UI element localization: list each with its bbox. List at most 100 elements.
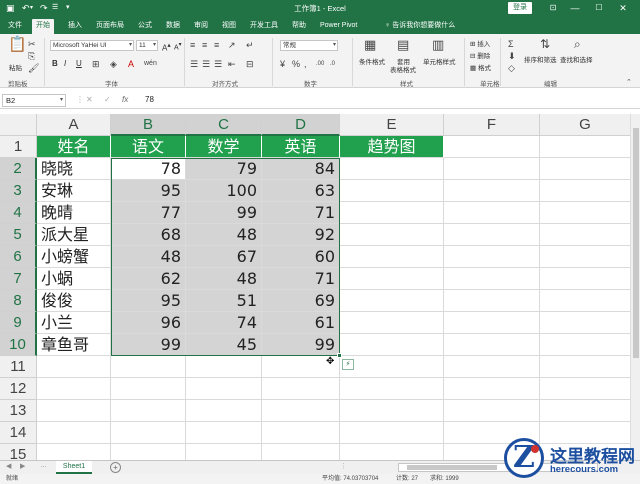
- font-color-icon[interactable]: A: [128, 59, 134, 69]
- row-header-12[interactable]: 12: [0, 378, 37, 400]
- format-as-table-button-line2[interactable]: 表格格式: [390, 66, 416, 75]
- maximize-button[interactable]: ☐: [590, 2, 608, 14]
- tab-formulas[interactable]: 公式: [134, 19, 156, 34]
- copy-icon[interactable]: ⎘: [28, 51, 35, 61]
- cell-f3[interactable]: [444, 180, 540, 202]
- cell-c1[interactable]: 数学: [186, 136, 262, 158]
- italic-button[interactable]: I: [64, 59, 66, 68]
- cell-f10[interactable]: [444, 334, 540, 356]
- cell-d14[interactable]: [262, 422, 340, 444]
- hscroll-thumb[interactable]: [407, 465, 497, 470]
- cell-f8[interactable]: [444, 290, 540, 312]
- column-header-d[interactable]: D: [262, 114, 340, 136]
- tab-file[interactable]: 文件: [4, 19, 26, 34]
- cell-b11[interactable]: [111, 356, 186, 378]
- cell-b3[interactable]: 95: [111, 180, 186, 202]
- cell-g3[interactable]: [540, 180, 631, 202]
- cell-c9[interactable]: 74: [186, 312, 262, 334]
- cell-g11[interactable]: [540, 356, 631, 378]
- find-select-icon[interactable]: ⌕: [574, 38, 581, 50]
- cell-d8[interactable]: 69: [262, 290, 340, 312]
- cell-d3[interactable]: 63: [262, 180, 340, 202]
- row-header-8[interactable]: 8: [0, 290, 37, 312]
- cell-f6[interactable]: [444, 246, 540, 268]
- cell-c7[interactable]: 48: [186, 268, 262, 290]
- shrink-font-icon[interactable]: A▾: [174, 41, 182, 52]
- cell-f1[interactable]: [444, 136, 540, 158]
- cell-f9[interactable]: [444, 312, 540, 334]
- percent-icon[interactable]: %: [292, 59, 300, 69]
- row-header-13[interactable]: 13: [0, 400, 37, 422]
- cell-b1[interactable]: 语文: [111, 136, 186, 158]
- row-header-4[interactable]: 4: [0, 202, 37, 224]
- cell-c2[interactable]: 79: [186, 158, 262, 180]
- row-header-14[interactable]: 14: [0, 422, 37, 444]
- minimize-button[interactable]: —: [566, 2, 584, 14]
- cell-c3[interactable]: 100: [186, 180, 262, 202]
- scroll-thumb[interactable]: [633, 128, 639, 358]
- tab-review[interactable]: 审阅: [190, 19, 212, 34]
- cancel-icon[interactable]: ✕: [86, 95, 93, 104]
- indent-icon[interactable]: ⇤: [228, 59, 236, 69]
- next-sheet-icon[interactable]: ▶: [20, 462, 25, 470]
- row-header-6[interactable]: 6: [0, 246, 37, 268]
- orientation-icon[interactable]: ↗: [228, 40, 236, 50]
- cell-d7[interactable]: 71: [262, 268, 340, 290]
- cell-b4[interactable]: 77: [111, 202, 186, 224]
- cell-d5[interactable]: 92: [262, 224, 340, 246]
- cell-a13[interactable]: [37, 400, 111, 422]
- tab-data[interactable]: 数据: [162, 19, 184, 34]
- cell-c8[interactable]: 51: [186, 290, 262, 312]
- cell-d2[interactable]: 84: [262, 158, 340, 180]
- cell-c5[interactable]: 48: [186, 224, 262, 246]
- cell-f12[interactable]: [444, 378, 540, 400]
- cell-b14[interactable]: [111, 422, 186, 444]
- cell-d4[interactable]: 71: [262, 202, 340, 224]
- cell-b12[interactable]: [111, 378, 186, 400]
- conditional-formatting-button[interactable]: 条件格式: [359, 58, 385, 67]
- cell-e8[interactable]: [340, 290, 444, 312]
- currency-icon[interactable]: ¥: [280, 59, 285, 69]
- cell-a14[interactable]: [37, 422, 111, 444]
- column-header-f[interactable]: F: [444, 114, 540, 136]
- cell-styles-button[interactable]: 单元格样式: [423, 58, 456, 67]
- cell-d6[interactable]: 60: [262, 246, 340, 268]
- cell-f11[interactable]: [444, 356, 540, 378]
- cell-a4[interactable]: 晚晴: [37, 202, 111, 224]
- more-sheets-icon[interactable]: …: [40, 462, 47, 469]
- cut-icon[interactable]: ✂: [28, 39, 36, 49]
- format-as-table-icon[interactable]: ▤: [397, 38, 409, 51]
- cell-a6[interactable]: 小螃蟹: [37, 246, 111, 268]
- row-header-9[interactable]: 9: [0, 312, 37, 334]
- cell-b13[interactable]: [111, 400, 186, 422]
- comma-icon[interactable]: ,: [304, 59, 307, 69]
- cell-e2[interactable]: [340, 158, 444, 180]
- tab-help[interactable]: 帮助: [288, 19, 310, 34]
- bold-button[interactable]: B: [52, 59, 58, 68]
- cell-g2[interactable]: [540, 158, 631, 180]
- cell-a5[interactable]: 派大星: [37, 224, 111, 246]
- align-bottom-icon[interactable]: ≡: [214, 40, 219, 50]
- sort-filter-button[interactable]: 排序和筛选: [524, 56, 557, 65]
- delete-cells-button[interactable]: ⊟ 删除: [470, 52, 490, 61]
- quick-analysis-icon[interactable]: ⚡: [342, 359, 354, 370]
- cell-a3[interactable]: 安琳: [37, 180, 111, 202]
- cell-b6[interactable]: 48: [111, 246, 186, 268]
- cell-e3[interactable]: [340, 180, 444, 202]
- vertical-scrollbar[interactable]: [630, 114, 640, 460]
- wrap-text-icon[interactable]: ↵: [246, 40, 254, 50]
- cell-a2[interactable]: 晓晓: [37, 158, 111, 180]
- cell-d12[interactable]: [262, 378, 340, 400]
- tab-view[interactable]: 视图: [218, 19, 240, 34]
- cell-b10[interactable]: 99: [111, 334, 186, 356]
- decrease-decimal-icon[interactable]: .0: [330, 59, 335, 69]
- cell-d13[interactable]: [262, 400, 340, 422]
- cell-e11[interactable]: [340, 356, 444, 378]
- insert-function-icon[interactable]: fx: [122, 95, 128, 104]
- tell-me-search[interactable]: ♀ 告诉我你想要做什么: [385, 20, 455, 30]
- select-all-corner[interactable]: [0, 114, 37, 136]
- cell-g9[interactable]: [540, 312, 631, 334]
- font-size-combo[interactable]: 11 ▾: [136, 40, 158, 51]
- add-sheet-icon[interactable]: +: [110, 462, 121, 473]
- cell-c6[interactable]: 67: [186, 246, 262, 268]
